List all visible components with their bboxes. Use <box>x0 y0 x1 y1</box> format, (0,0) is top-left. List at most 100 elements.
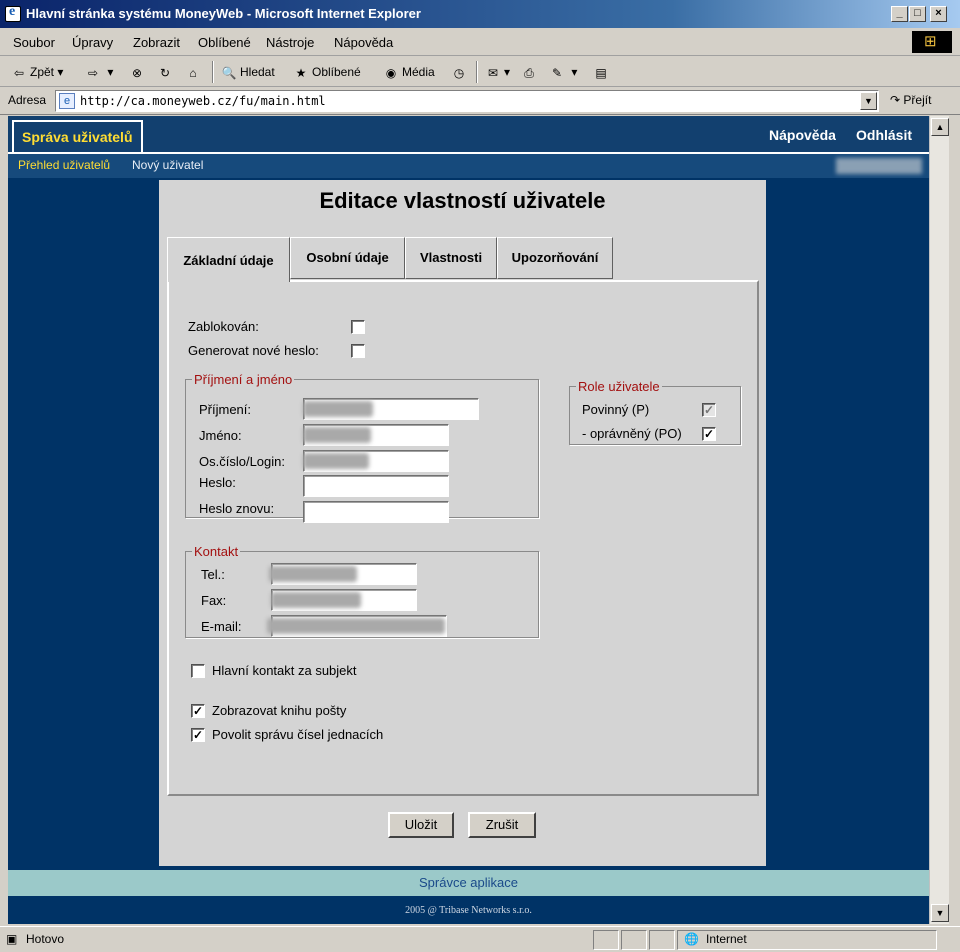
home-button[interactable]: ⌂ <box>184 62 204 82</box>
tab-zakladni-udaje[interactable]: Základní údaje <box>167 237 290 282</box>
page-icon: e <box>59 93 75 109</box>
address-label: Adresa <box>8 93 47 107</box>
menu-zobrazit[interactable]: Zobrazit <box>133 35 180 50</box>
role-povinny-checkbox: ✓ <box>702 403 716 417</box>
new-password-checkbox[interactable] <box>351 344 365 358</box>
menu-soubor[interactable]: Soubor <box>13 35 55 50</box>
windows-logo-icon <box>912 31 952 53</box>
browser-toolbar: ⇦ Zpět ▾ ⇨ ▾ ⊗ ↻ ⌂ 🔍 Hledat ★ Oblíbené ◉ Méd… <box>0 57 960 87</box>
menu-nastroje[interactable]: Nástroje <box>266 35 314 50</box>
favorites-button[interactable]: ★ Oblíbené <box>292 62 361 82</box>
name-group-legend: Příjmení a jméno <box>194 372 293 387</box>
show-mailbook-checkbox[interactable]: ✓ <box>191 704 205 718</box>
vertical-scrollbar[interactable]: ▲ ▼ <box>929 116 949 924</box>
tab-vlastnosti[interactable]: Vlastnosti <box>405 237 497 279</box>
stop-button[interactable]: ⊗ <box>128 62 148 82</box>
email-label: E-mail: <box>201 619 242 634</box>
back-arrow-icon: ⇦ <box>13 65 25 80</box>
edit-button[interactable]: ✎ ▾ <box>548 62 577 82</box>
history-button[interactable]: ◷ <box>450 62 470 82</box>
forward-arrow-icon: ⇨ <box>87 65 99 80</box>
window-titlebar: Hlavní stránka systému MoneyWeb - Micros… <box>0 0 960 28</box>
document-icon: ▤ <box>595 65 607 80</box>
print-button[interactable]: ⎙ <box>520 62 540 82</box>
go-button[interactable]: ↷ Přejít <box>890 93 931 107</box>
media-button[interactable]: ◉ Média <box>382 62 435 82</box>
redacted-fax <box>271 592 361 608</box>
discuss-button[interactable]: ▤ <box>592 62 612 82</box>
history-icon: ◷ <box>453 65 465 80</box>
redacted-surname <box>303 401 373 417</box>
firstname-label: Jméno: <box>199 428 242 443</box>
role-group-legend: Role uživatele <box>578 379 660 394</box>
save-button[interactable]: Uložit <box>388 812 454 838</box>
footer-copyright: 2005 @ Tribase Networks s.r.o. <box>405 905 532 916</box>
redacted-phone <box>269 566 357 582</box>
edit-user-panel: Editace vlastností uživatele Základní úd… <box>159 180 766 866</box>
status-cell <box>621 930 647 950</box>
menu-napoveda[interactable]: Nápověda <box>334 35 393 50</box>
globe-icon: 🌐 <box>684 932 699 946</box>
ie-icon <box>5 4 21 22</box>
allow-refnum-checkbox[interactable]: ✓ <box>191 728 205 742</box>
password-again-label: Heslo znovu: <box>199 501 275 516</box>
menu-bar: Soubor Úpravy Zobrazit Oblíbené Nástroje… <box>0 28 960 56</box>
redacted-firstname <box>303 427 371 443</box>
mail-button[interactable]: ✉ ▾ <box>484 62 510 82</box>
redacted-user-name <box>836 158 922 174</box>
subnav-user-overview[interactable]: Přehled uživatelů <box>18 158 110 172</box>
cancel-button[interactable]: Zrušit <box>468 812 536 838</box>
edit-icon: ✎ <box>551 65 563 80</box>
tab-sprava-uzivatelu[interactable]: Správa uživatelů <box>12 120 143 152</box>
status-bar: ▣ Hotovo 🌐 Internet <box>0 926 960 952</box>
status-zone: Internet <box>706 932 747 946</box>
footer-admin-link[interactable]: Správce aplikace <box>8 870 929 896</box>
password-again-input[interactable] <box>303 501 449 523</box>
favorites-icon: ★ <box>295 65 307 80</box>
search-icon: 🔍 <box>221 65 237 80</box>
menu-upravy[interactable]: Úpravy <box>72 35 113 50</box>
forward-button[interactable]: ⇨ ▾ <box>84 62 113 82</box>
close-button[interactable]: × <box>930 6 947 22</box>
tab-upozornovani[interactable]: Upozorňování <box>497 237 613 279</box>
scroll-up-icon[interactable]: ▲ <box>931 118 949 136</box>
page-title: Editace vlastností uživatele <box>319 188 606 213</box>
refresh-button[interactable]: ↻ <box>156 62 176 82</box>
tab-content: Zablokován: Generovat nové heslo: Příjme… <box>167 280 759 796</box>
search-button[interactable]: 🔍 Hledat <box>220 62 275 82</box>
address-field[interactable]: e http://ca.moneyweb.cz/fu/main.html <box>55 90 879 112</box>
back-button[interactable]: ⇦ Zpět ▾ <box>10 62 63 82</box>
page-viewport: Správa uživatelů Nápověda Odhlásit Přehl… <box>8 116 929 924</box>
blocked-checkbox[interactable] <box>351 320 365 334</box>
mail-icon: ✉ <box>487 65 499 80</box>
password-input[interactable] <box>303 475 449 497</box>
help-link[interactable]: Nápověda <box>769 127 836 143</box>
fax-label: Fax: <box>201 593 227 608</box>
app-header: Správa uživatelů Nápověda Odhlásit <box>8 116 929 152</box>
subnav-new-user[interactable]: Nový uživatel <box>132 158 203 172</box>
surname-label: Příjmení: <box>199 402 252 417</box>
maximize-button[interactable]: □ <box>909 6 926 22</box>
new-password-label: Generovat nové heslo: <box>188 343 319 358</box>
window-title: Hlavní stránka systému MoneyWeb - Micros… <box>26 6 421 21</box>
blocked-label: Zablokován: <box>188 319 259 334</box>
phone-label: Tel.: <box>201 567 225 582</box>
sub-navigation: Přehled uživatelů Nový uživatel <box>8 152 929 178</box>
refresh-icon: ↻ <box>159 65 171 80</box>
status-page-icon: ▣ <box>6 932 18 946</box>
redacted-email <box>267 618 445 634</box>
tab-osobni-udaje[interactable]: Osobní údaje <box>290 237 405 279</box>
role-opravneny-checkbox[interactable]: ✓ <box>702 427 716 441</box>
go-arrow-icon: ↷ <box>890 93 901 107</box>
scroll-down-icon[interactable]: ▼ <box>931 904 949 922</box>
print-icon: ⎙ <box>524 65 534 80</box>
logout-link[interactable]: Odhlásit <box>856 127 912 143</box>
address-dropdown-icon[interactable]: ▼ <box>860 92 877 110</box>
password-label: Heslo: <box>199 475 236 490</box>
media-icon: ◉ <box>385 65 397 80</box>
main-contact-checkbox[interactable] <box>191 664 205 678</box>
toolbar-separator <box>212 61 214 83</box>
menu-oblibene[interactable]: Oblíbené <box>198 35 251 50</box>
minimize-button[interactable]: _ <box>891 6 908 22</box>
login-label: Os.číslo/Login: <box>199 454 285 469</box>
